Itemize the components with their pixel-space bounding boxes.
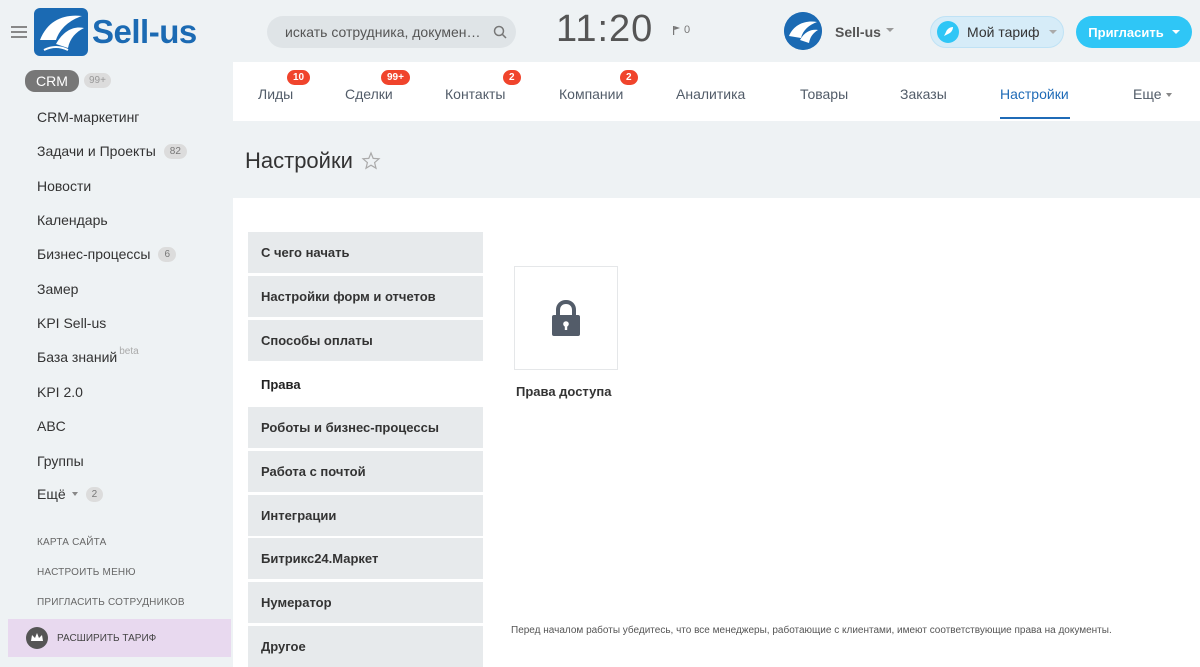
invite-employees-link[interactable]: ПРИГЛАСИТЬ СОТРУДНИКОВ — [37, 597, 185, 608]
crm-counter: 99+ — [84, 73, 111, 88]
sidebar-item-abc[interactable]: ABC — [37, 418, 66, 434]
access-rights-tile[interactable] — [514, 266, 618, 370]
crown-icon — [26, 627, 48, 649]
clock[interactable]: 11:20 — [556, 8, 653, 51]
crm-tabs: Лиды 10 Сделки 99+ Контакты 2 Компании 2… — [233, 62, 1200, 121]
flag-count: 0 — [684, 24, 691, 36]
settings-item-robots[interactable]: Роботы и бизнес-процессы — [248, 407, 483, 448]
menu-icon[interactable] — [11, 26, 27, 38]
access-rights-label[interactable]: Права доступа — [516, 384, 611, 399]
tab-counter: 10 — [287, 70, 311, 85]
sidebar-item-business-processes[interactable]: Бизнес-процессы 6 — [37, 246, 177, 262]
company-avatar[interactable] — [784, 12, 822, 50]
settings-item-numerator[interactable]: Нумератор — [248, 582, 483, 623]
sidebar-item-label: Ещё — [37, 486, 66, 502]
settings-item-permissions[interactable]: Права — [248, 364, 483, 405]
chevron-down-icon — [1165, 93, 1172, 98]
sidebar-item-groups[interactable]: Группы — [37, 453, 84, 469]
rocket-icon — [937, 21, 959, 43]
sidebar-item-label: CRM-маркетинг — [37, 109, 140, 125]
upgrade-tariff-label: РАСШИРИТЬ ТАРИФ — [57, 632, 157, 644]
sidebar-item-zamer[interactable]: Замер — [37, 281, 78, 297]
settings-item-payment-methods[interactable]: Способы оплаты — [248, 320, 483, 361]
search-box[interactable]: искать сотрудника, докумен… — [267, 16, 516, 48]
tab-more[interactable]: Еще — [1133, 86, 1172, 102]
permissions-note: Перед началом работы убедитесь, что все … — [511, 625, 1112, 636]
flag-counter[interactable]: 0 — [673, 24, 690, 36]
star-icon[interactable] — [361, 151, 381, 171]
settings-item-integrations[interactable]: Интеграции — [248, 495, 483, 536]
sidebar-item-label: Задачи и Проекты — [37, 143, 156, 159]
sidebar-item-label: Новости — [37, 178, 92, 194]
tariff-button[interactable]: Мой тариф — [930, 16, 1064, 48]
configure-menu-link[interactable]: НАСТРОИТЬ МЕНЮ — [37, 567, 136, 578]
page-title: Настройки — [245, 148, 353, 173]
sidebar-item-kpi-sellus[interactable]: KPI Sell-us — [37, 315, 106, 331]
company-name[interactable]: Sell-us — [835, 24, 881, 40]
sidebar-item-label: База знаний — [37, 349, 118, 365]
tab-counter: 2 — [620, 70, 638, 85]
sidebar-item-label: ABC — [37, 418, 66, 434]
tab-analytics[interactable]: Аналитика — [676, 86, 745, 102]
tab-settings[interactable]: Настройки — [1000, 86, 1069, 102]
tab-contacts[interactable]: Контакты — [445, 86, 505, 102]
settings-item-mail[interactable]: Работа с почтой — [248, 451, 483, 492]
upgrade-tariff-button[interactable]: РАСШИРИТЬ ТАРИФ — [8, 619, 231, 657]
chevron-down-icon — [1171, 30, 1180, 34]
sidebar-item-counter: 82 — [163, 143, 187, 159]
sidebar-item-label: KPI Sell-us — [37, 315, 107, 331]
sidebar-item-crm-marketing[interactable]: CRM-маркетинг — [37, 109, 139, 125]
chevron-down-icon — [71, 492, 78, 496]
left-menu: CRM 99+ CRM-маркетинг Задачи и Проекты 8… — [0, 62, 233, 667]
sidebar-item-tasks[interactable]: Задачи и Проекты 82 — [37, 143, 187, 159]
active-tab-indicator — [1000, 117, 1070, 119]
top-bar: Sell-us искать сотрудника, докумен… 11:2… — [0, 0, 1200, 62]
invite-button[interactable]: Пригласить — [1076, 16, 1192, 48]
tab-counter: 99+ — [381, 70, 410, 85]
tab-companies[interactable]: Компании — [559, 86, 623, 102]
sidebar-item-label: Замер — [37, 281, 79, 297]
sidebar-item-kpi-2[interactable]: KPI 2.0 — [37, 384, 83, 400]
sidebar-item-knowledge-base[interactable]: База знаний beta — [37, 345, 139, 366]
search-input[interactable]: искать сотрудника, докумен… — [285, 24, 484, 40]
chevron-down-icon — [1049, 30, 1058, 34]
tab-orders[interactable]: Заказы — [900, 86, 947, 102]
lock-icon — [552, 299, 580, 336]
chevron-down-icon[interactable] — [886, 28, 894, 32]
sidebar-item-label: KPI 2.0 — [37, 384, 83, 400]
logo[interactable]: Sell-us — [34, 6, 197, 58]
settings-item-other[interactable]: Другое — [248, 626, 483, 667]
invite-label: Пригласить — [1088, 24, 1164, 40]
tab-counter: 2 — [503, 70, 521, 85]
settings-item-forms-reports[interactable]: Настройки форм и отчетов — [248, 276, 483, 317]
tab-more-label: Еще — [1133, 86, 1162, 102]
sidebar-item-more[interactable]: Ещё 2 — [37, 486, 104, 502]
sidebar-item-crm[interactable]: CRM — [25, 70, 79, 92]
search-icon[interactable] — [484, 16, 516, 48]
logo-icon — [34, 8, 88, 56]
settings-item-market[interactable]: Битрикс24.Маркет — [248, 538, 483, 579]
sidebar-item-label: Группы — [37, 453, 84, 469]
sidebar-item-label: Календарь — [37, 212, 108, 228]
tab-leads[interactable]: Лиды — [258, 86, 293, 102]
sidebar-item-calendar[interactable]: Календарь — [37, 212, 108, 228]
tariff-label: Мой тариф — [967, 24, 1040, 40]
settings-content: С чего начать Настройки форм и отчетов С… — [233, 198, 1200, 667]
sidebar-item-counter: 2 — [85, 486, 104, 502]
tab-deals[interactable]: Сделки — [345, 86, 393, 102]
sidebar-item-news[interactable]: Новости — [37, 178, 91, 194]
page-title-bar: Настройки — [245, 148, 381, 174]
sitemap-link[interactable]: КАРТА САЙТА — [37, 537, 106, 548]
settings-item-getting-started[interactable]: С чего начать — [248, 232, 483, 273]
beta-tag: beta — [119, 345, 139, 357]
logo-text: Sell-us — [92, 13, 197, 50]
sidebar-item-counter: 6 — [158, 246, 177, 262]
sidebar-item-label: Бизнес-процессы — [37, 246, 151, 262]
tab-products[interactable]: Товары — [800, 86, 848, 102]
flag-icon — [673, 25, 680, 35]
